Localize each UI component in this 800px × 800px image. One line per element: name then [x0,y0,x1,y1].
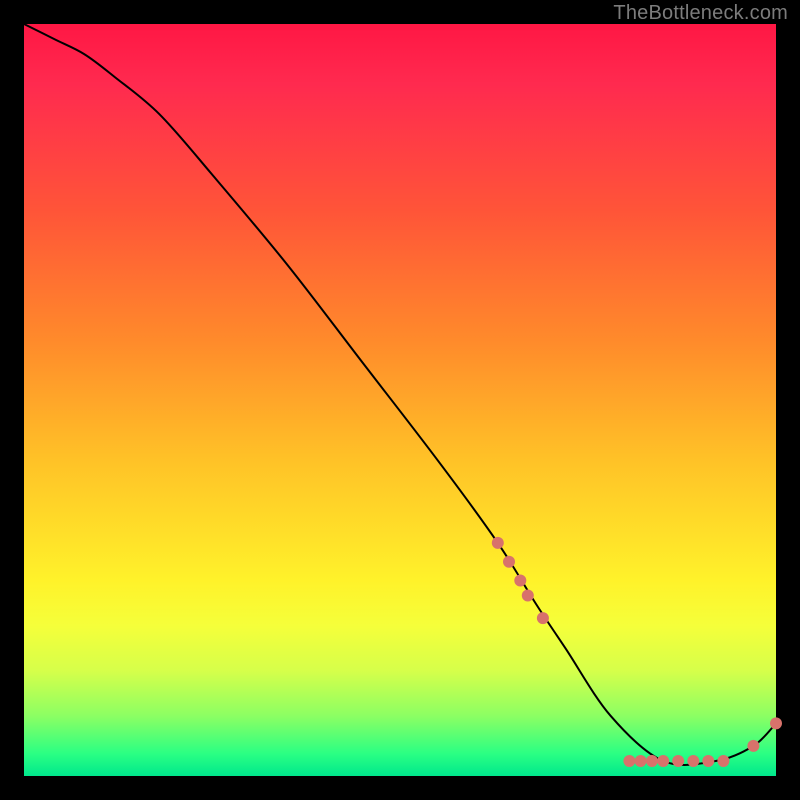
marker-layer [492,537,782,767]
marker-point [522,590,534,602]
marker-point [623,755,635,767]
marker-point [657,755,669,767]
marker-point [717,755,729,767]
bottleneck-curve [24,24,776,765]
marker-point [503,556,515,568]
marker-point [492,537,504,549]
curve-layer [24,24,776,776]
plot-area [24,24,776,776]
marker-point [537,612,549,624]
marker-point [672,755,684,767]
marker-point [514,575,526,587]
marker-point [646,755,658,767]
chart-stage: TheBottleneck.com [0,0,800,800]
attribution-label: TheBottleneck.com [613,2,788,25]
marker-point [635,755,647,767]
marker-point [747,740,759,752]
marker-point [687,755,699,767]
marker-point [770,717,782,729]
marker-point [702,755,714,767]
